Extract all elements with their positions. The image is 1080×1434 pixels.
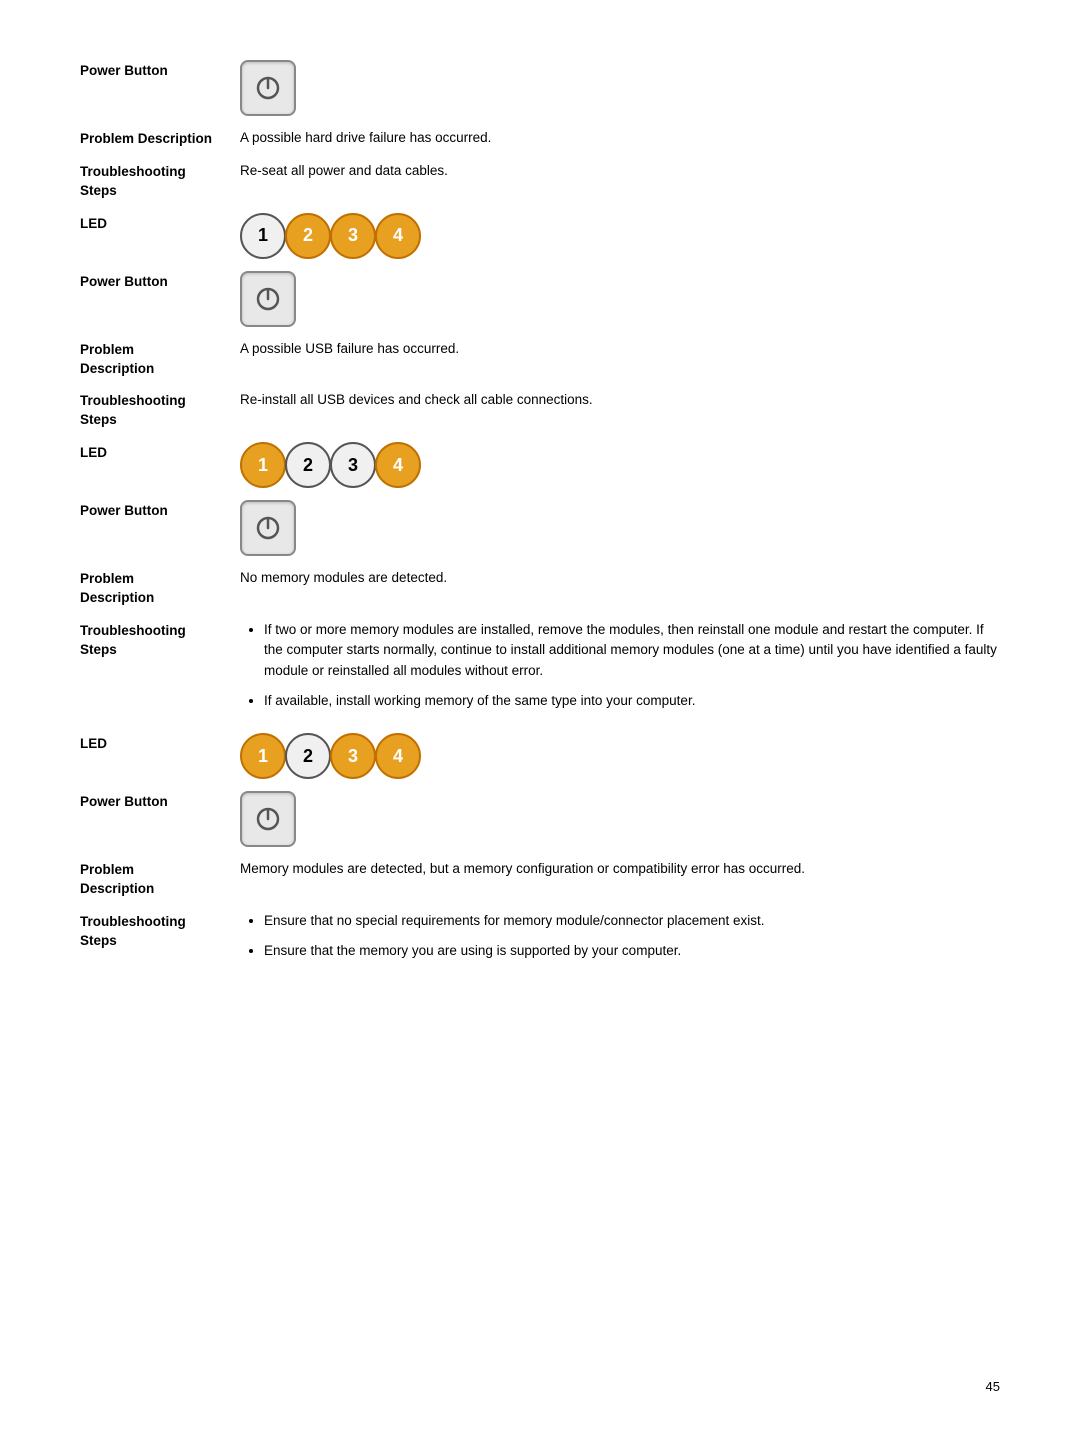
- troubleshooting-bullets-4: Ensure that no special requirements for …: [240, 911, 1000, 972]
- led-label-3: LED: [80, 733, 240, 754]
- troubleshooting-row-2: TroubleshootingSteps Re-install all USB …: [80, 390, 1000, 430]
- section-2: Power Button ProblemDescription A possib…: [80, 271, 1000, 489]
- troubleshooting-row-1: TroubleshootingSteps Re-seat all power a…: [80, 161, 1000, 201]
- problem-description-label-4: ProblemDescription: [80, 859, 240, 899]
- bullet-4-2: Ensure that the memory you are using is …: [264, 941, 1000, 961]
- problem-description-text-1: A possible hard drive failure has occurr…: [240, 128, 1000, 148]
- led-2-1: 1: [240, 442, 286, 488]
- led-3-2: 2: [285, 733, 331, 779]
- bullet-3-2: If available, install working memory of …: [264, 691, 1000, 711]
- section-1: Power Button Problem Description A possi…: [80, 60, 1000, 259]
- problem-description-text-4: Memory modules are detected, but a memor…: [240, 859, 1000, 879]
- bullet-4-1: Ensure that no special requirements for …: [264, 911, 1000, 931]
- led-label-1: LED: [80, 213, 240, 234]
- led-1-1: 1: [240, 213, 286, 259]
- troubleshooting-bullets-3: If two or more memory modules are instal…: [240, 620, 1000, 721]
- power-button-label-3: Power Button: [80, 500, 240, 521]
- section-4: Power Button ProblemDescription Memory m…: [80, 791, 1000, 971]
- led-2-3: 3: [330, 442, 376, 488]
- problem-description-text-3: No memory modules are detected.: [240, 568, 1000, 588]
- led-1-4: 4: [375, 213, 421, 259]
- troubleshooting-label-2: TroubleshootingSteps: [80, 390, 240, 430]
- power-button-row-4: Power Button: [80, 791, 1000, 847]
- problem-description-row-2: ProblemDescription A possible USB failur…: [80, 339, 1000, 379]
- troubleshooting-label-1: TroubleshootingSteps: [80, 161, 240, 201]
- section-3: Power Button ProblemDescription No memor…: [80, 500, 1000, 779]
- led-row-3: LED 1 2 3 4: [80, 733, 1000, 779]
- problem-description-label-3: ProblemDescription: [80, 568, 240, 608]
- led-2-4: 4: [375, 442, 421, 488]
- power-btn-svg-2: [240, 271, 296, 327]
- power-button-label-1: Power Button: [80, 60, 240, 81]
- power-button-label-4: Power Button: [80, 791, 240, 812]
- power-btn-svg-1: [240, 60, 296, 116]
- led-1-2: 2: [285, 213, 331, 259]
- power-btn-svg-4: [240, 791, 296, 847]
- led-circles-2: 1 2 3 4: [240, 442, 1000, 488]
- troubleshooting-text-1: Re-seat all power and data cables.: [240, 161, 1000, 181]
- troubleshooting-row-3: TroubleshootingSteps If two or more memo…: [80, 620, 1000, 721]
- power-button-icon-4: [240, 791, 1000, 847]
- led-3-3: 3: [330, 733, 376, 779]
- problem-description-text-2: A possible USB failure has occurred.: [240, 339, 1000, 359]
- problem-description-label-1: Problem Description: [80, 128, 240, 149]
- problem-description-label-2: ProblemDescription: [80, 339, 240, 379]
- power-button-icon-2: [240, 271, 1000, 327]
- led-row-2: LED 1 2 3 4: [80, 442, 1000, 488]
- led-row-1: LED 1 2 3 4: [80, 213, 1000, 259]
- power-button-row-3: Power Button: [80, 500, 1000, 556]
- led-label-2: LED: [80, 442, 240, 463]
- page-number: 45: [986, 1379, 1000, 1394]
- led-circles-1: 1 2 3 4: [240, 213, 1000, 259]
- problem-description-row-4: ProblemDescription Memory modules are de…: [80, 859, 1000, 899]
- power-button-row-1: Power Button: [80, 60, 1000, 116]
- led-circles-3: 1 2 3 4: [240, 733, 1000, 779]
- troubleshooting-label-3: TroubleshootingSteps: [80, 620, 240, 660]
- troubleshooting-text-2: Re-install all USB devices and check all…: [240, 390, 1000, 410]
- led-1-3: 3: [330, 213, 376, 259]
- led-3-4: 4: [375, 733, 421, 779]
- power-button-row-2: Power Button: [80, 271, 1000, 327]
- troubleshooting-label-4: TroubleshootingSteps: [80, 911, 240, 951]
- led-3-1: 1: [240, 733, 286, 779]
- problem-description-row-1: Problem Description A possible hard driv…: [80, 128, 1000, 149]
- power-btn-svg-3: [240, 500, 296, 556]
- power-button-label-2: Power Button: [80, 271, 240, 292]
- problem-description-row-3: ProblemDescription No memory modules are…: [80, 568, 1000, 608]
- bullet-3-1: If two or more memory modules are instal…: [264, 620, 1000, 681]
- power-button-icon-3: [240, 500, 1000, 556]
- power-button-icon-1: [240, 60, 1000, 116]
- troubleshooting-row-4: TroubleshootingSteps Ensure that no spec…: [80, 911, 1000, 972]
- led-2-2: 2: [285, 442, 331, 488]
